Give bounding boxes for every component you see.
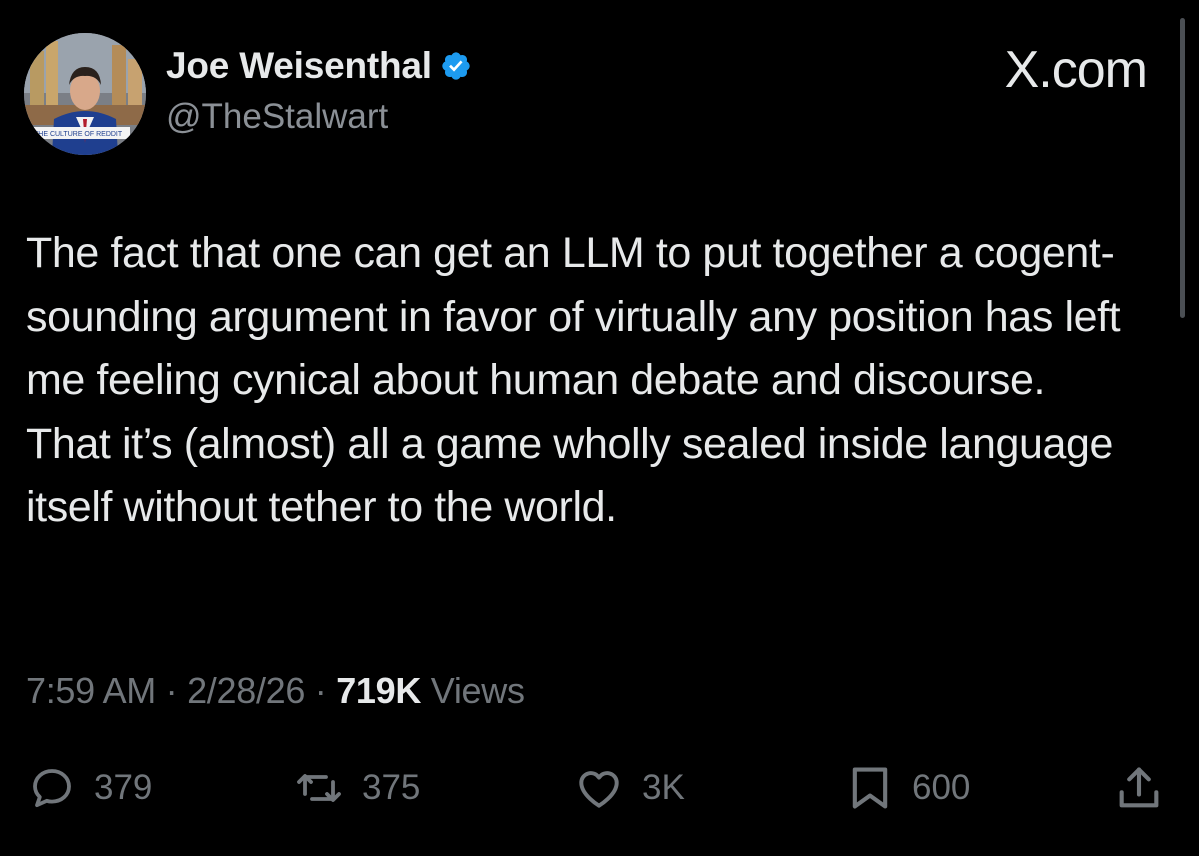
bookmark-button[interactable]: 600	[842, 758, 970, 818]
scrollbar[interactable]	[1180, 18, 1185, 318]
handle[interactable]: @TheStalwart	[166, 97, 388, 137]
brand-logo: X.com	[1004, 41, 1148, 99]
action-bar: 379 375 3K 600	[0, 758, 1199, 818]
reply-button[interactable]: 379	[24, 758, 152, 818]
tweet-date[interactable]: 2/28/26	[187, 670, 305, 711]
verified-badge-icon	[440, 50, 472, 82]
author-name-row[interactable]: Joe Weisenthal	[166, 45, 472, 87]
meta-separator: ·	[155, 670, 188, 711]
meta-separator: ·	[305, 670, 337, 711]
repost-icon	[297, 774, 341, 802]
repost-count: 375	[362, 768, 421, 807]
avatar-caption: THE CULTURE OF REDDIT	[34, 131, 123, 138]
tweet-meta: 7:59 AM · 2/28/26 · 719K Views	[26, 670, 525, 712]
like-count: 3K	[642, 768, 685, 807]
share-icon	[1119, 767, 1159, 808]
repost-button[interactable]: 375	[290, 758, 420, 818]
reply-icon	[33, 769, 71, 808]
display-name[interactable]: Joe Weisenthal	[166, 45, 432, 87]
bookmark-count: 600	[912, 768, 971, 807]
avatar[interactable]: THE CULTURE OF REDDIT	[24, 33, 146, 155]
views-label: Views	[421, 670, 525, 711]
bookmark-icon	[852, 767, 888, 809]
views-count: 719K	[336, 670, 422, 711]
reply-count: 379	[94, 768, 153, 807]
avatar-image: THE CULTURE OF REDDIT	[24, 33, 146, 155]
tweet-text: The fact that one can get an LLM to put …	[26, 229, 1121, 531]
heart-icon	[579, 771, 619, 808]
like-button[interactable]: 3K	[570, 758, 685, 818]
tweet-time[interactable]: 7:59 AM	[26, 670, 156, 711]
share-button[interactable]	[1112, 758, 1166, 818]
